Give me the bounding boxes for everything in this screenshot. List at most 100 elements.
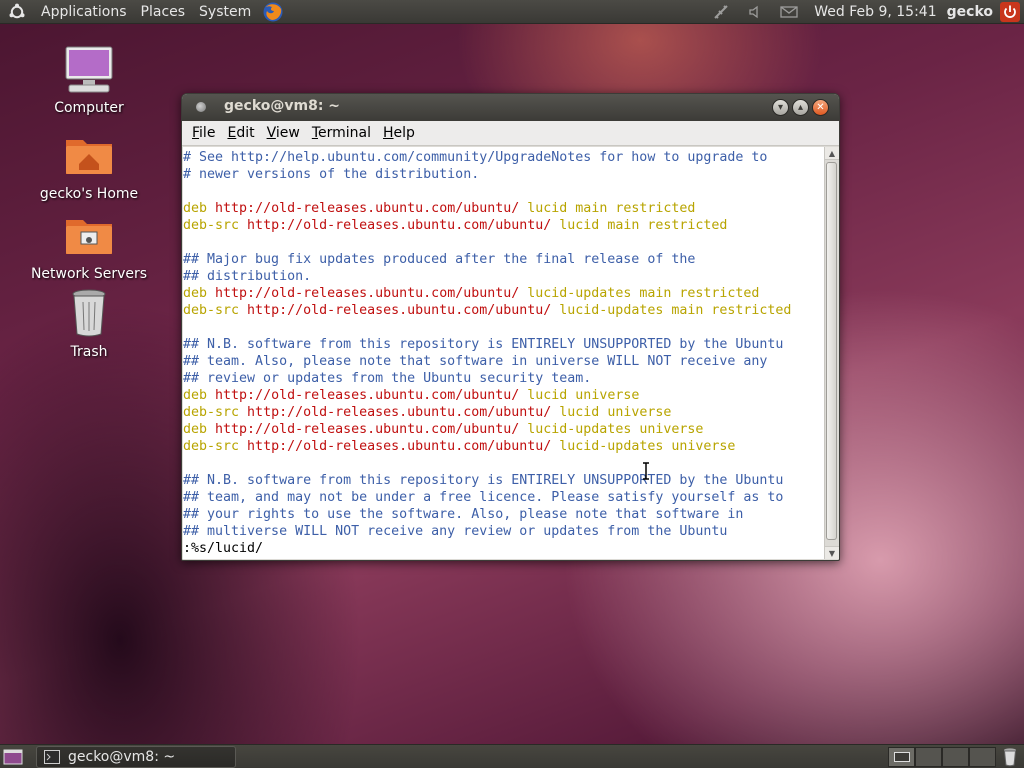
ubuntu-logo-icon[interactable]: [8, 3, 26, 21]
desktop-icon-home[interactable]: gecko's Home: [19, 130, 159, 202]
terminal-line: ## team, and may not be under a free lic…: [183, 489, 824, 506]
volume-icon[interactable]: [744, 1, 766, 23]
terminal-line: ## your rights to use the software. Also…: [183, 506, 824, 523]
terminal-line: # See http://help.ubuntu.com/community/U…: [183, 149, 824, 166]
terminal-text-segment: universe: [567, 388, 640, 403]
terminal-line: deb-src http://old-releases.ubuntu.com/u…: [183, 404, 824, 421]
terminal-text-segment: lucid-updates: [519, 286, 632, 301]
workspace-1[interactable]: [888, 747, 915, 767]
terminal-text-segment: ## N.B. software from this repository is…: [183, 337, 784, 352]
user-menu[interactable]: gecko: [945, 4, 999, 20]
terminal-text-segment: universe: [663, 439, 736, 454]
terminal-text-segment: :%s/lucid/: [183, 541, 264, 556]
terminal-text-segment: deb-src: [183, 439, 240, 454]
scrollbar-thumb[interactable]: [826, 162, 837, 540]
ibeam-cursor-icon: [642, 462, 650, 480]
terminal-line: deb-src http://old-releases.ubuntu.com/u…: [183, 438, 824, 455]
terminal-text-segment: lucid: [519, 388, 568, 403]
terminal-line: ## N.B. software from this repository is…: [183, 336, 824, 353]
terminal-text-segment: lucid-updates: [519, 422, 632, 437]
terminal-text-segment: deb: [183, 201, 208, 216]
clock[interactable]: Wed Feb 9, 15:41: [806, 4, 944, 20]
terminal-window[interactable]: gecko@vm8: ~ ▾ ▴ ✕ File Edit View Termin…: [181, 93, 840, 561]
terminal-text-segment: http://old-releases.ubuntu.com/ubuntu/: [207, 422, 520, 437]
terminal-line: # newer versions of the distribution.: [183, 166, 824, 183]
terminal-text-segment: lucid-updates: [551, 439, 664, 454]
terminal-text-area[interactable]: # See http://help.ubuntu.com/community/U…: [183, 147, 824, 559]
terminal-text-segment: ## distribution.: [183, 269, 312, 284]
terminal-text-segment: deb: [183, 422, 208, 437]
menu-view[interactable]: View: [261, 125, 306, 141]
menu-edit[interactable]: Edit: [221, 125, 260, 141]
terminal-text-segment: ## Major bug fix updates produced after …: [183, 252, 696, 267]
places-menu[interactable]: Places: [134, 0, 193, 24]
terminal-line: ## multiverse WILL NOT receive any revie…: [183, 523, 824, 540]
terminal-text-segment: http://old-releases.ubuntu.com/ubuntu/: [239, 218, 552, 233]
terminal-text-segment: main restricted: [631, 286, 760, 301]
terminal-line: ## distribution.: [183, 268, 824, 285]
terminal-text-segment: main restricted: [599, 218, 728, 233]
terminal-line: deb http://old-releases.ubuntu.com/ubunt…: [183, 285, 824, 302]
terminal-line: deb http://old-releases.ubuntu.com/ubunt…: [183, 200, 824, 217]
minimize-icon[interactable]: ▾: [772, 99, 789, 116]
close-icon[interactable]: ✕: [812, 99, 829, 116]
terminal-line: ## review or updates from the Ubuntu sec…: [183, 370, 824, 387]
terminal-line: deb http://old-releases.ubuntu.com/ubunt…: [183, 421, 824, 438]
terminal-text-segment: main restricted: [567, 201, 696, 216]
terminal-text-segment: lucid-updates: [551, 303, 664, 318]
desktop-icon-computer[interactable]: Computer: [19, 44, 159, 116]
terminal-line: deb-src http://old-releases.ubuntu.com/u…: [183, 217, 824, 234]
mail-icon[interactable]: [778, 1, 800, 23]
terminal-text-segment: ## review or updates from the Ubuntu sec…: [183, 371, 592, 386]
terminal-text-segment: universe: [599, 405, 672, 420]
scroll-down-icon[interactable]: ▼: [825, 546, 839, 559]
workspace-3[interactable]: [942, 747, 969, 767]
menu-help[interactable]: Help: [377, 125, 421, 141]
workspace-switcher: [888, 747, 996, 767]
menu-terminal[interactable]: Terminal: [306, 125, 377, 141]
terminal-text-segment: universe: [631, 422, 704, 437]
desktop-icon-label: Trash: [70, 344, 108, 360]
workspace-2[interactable]: [915, 747, 942, 767]
power-icon[interactable]: [999, 1, 1021, 23]
desktop-icon-trash[interactable]: Trash: [19, 288, 159, 360]
terminal-line: :%s/lucid/: [183, 540, 824, 557]
desktop-icon-network-servers[interactable]: Network Servers: [19, 210, 159, 282]
desktop-icon-label: Computer: [54, 100, 124, 116]
firefox-icon[interactable]: [262, 1, 284, 23]
applications-menu[interactable]: Applications: [34, 0, 134, 24]
terminal-text-segment: http://old-releases.ubuntu.com/ubuntu/: [207, 201, 520, 216]
taskbar-terminal-label: gecko@vm8: ~: [68, 749, 176, 765]
terminal-line: ## team. Also, please note that software…: [183, 353, 824, 370]
maximize-icon[interactable]: ▴: [792, 99, 809, 116]
vertical-scrollbar[interactable]: ▲ ▼: [824, 147, 839, 559]
terminal-text-segment: ## multiverse WILL NOT receive any revie…: [183, 524, 728, 539]
terminal-icon: [44, 750, 60, 764]
window-menu-icon[interactable]: [196, 102, 206, 112]
taskbar-terminal-button[interactable]: gecko@vm8: ~: [36, 746, 236, 768]
window-titlebar[interactable]: gecko@vm8: ~ ▾ ▴ ✕: [182, 94, 839, 121]
trash-applet-icon[interactable]: [1000, 747, 1020, 767]
trash-icon: [61, 288, 117, 340]
menu-file[interactable]: File: [182, 125, 221, 141]
show-desktop-icon[interactable]: [3, 747, 23, 767]
terminal-text-segment: ## your rights to use the software. Also…: [183, 507, 744, 522]
home-folder-icon: [61, 130, 117, 182]
bottom-panel: gecko@vm8: ~: [0, 744, 1024, 768]
terminal-text-segment: http://old-releases.ubuntu.com/ubuntu/: [239, 405, 552, 420]
panel-tray: Wed Feb 9, 15:41 gecko: [704, 0, 1024, 24]
system-menu[interactable]: System: [192, 0, 258, 24]
network-icon[interactable]: [710, 1, 732, 23]
terminal-text-segment: ## N.B. software from this repository is…: [183, 473, 784, 488]
terminal-line: deb-src http://old-releases.ubuntu.com/u…: [183, 302, 824, 319]
computer-icon: [61, 44, 117, 96]
workspace-4[interactable]: [969, 747, 996, 767]
terminal-text-segment: main restricted: [663, 303, 792, 318]
scroll-up-icon[interactable]: ▲: [825, 147, 839, 160]
top-panel: Applications Places System Wed Feb 9, 15…: [0, 0, 1024, 24]
desktop-icon-label: Network Servers: [30, 266, 148, 282]
terminal-text-segment: deb-src: [183, 303, 240, 318]
